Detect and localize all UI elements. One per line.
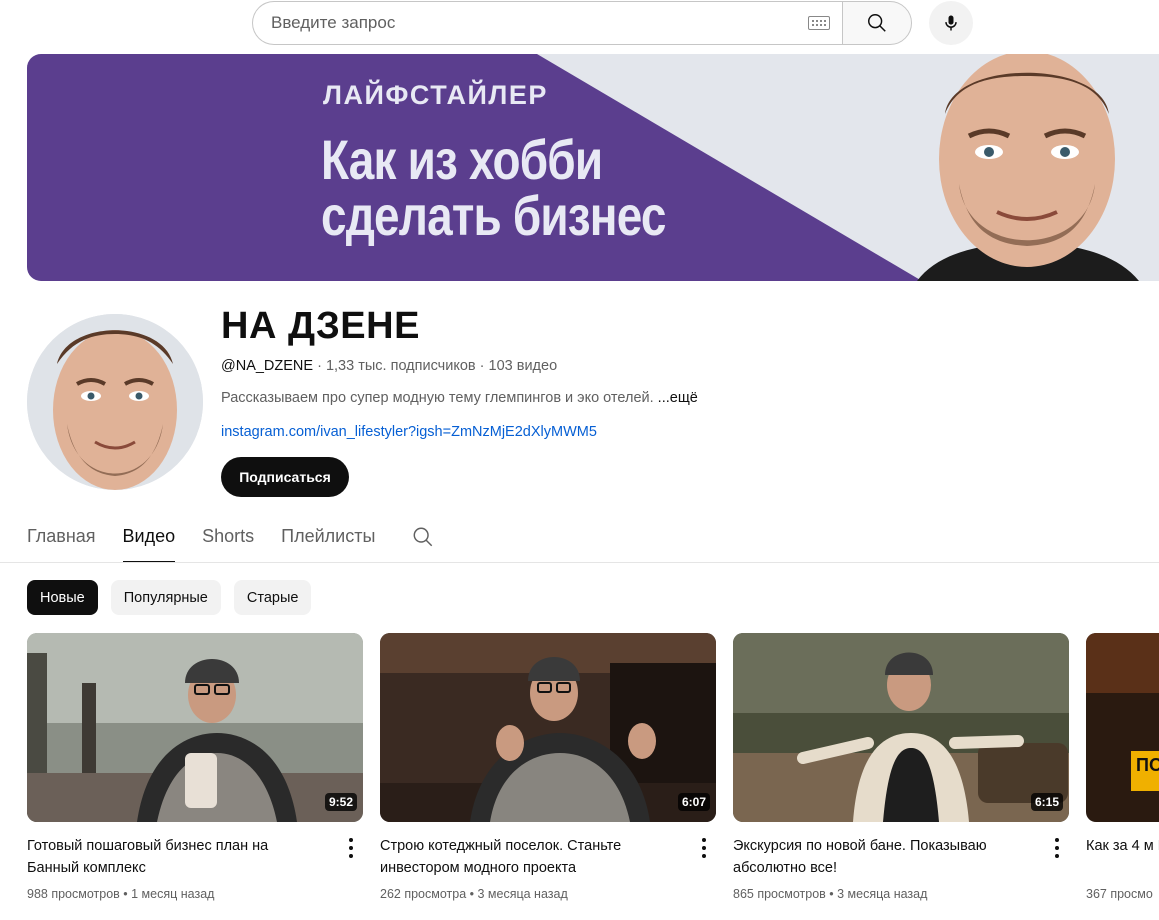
tab-playlists[interactable]: Плейлисты bbox=[281, 518, 375, 563]
video-age: 3 месяца назад bbox=[837, 887, 928, 901]
banner-portrait bbox=[917, 54, 1139, 281]
channel-name: НА ДЗЕНЕ bbox=[221, 305, 420, 347]
avatar-image bbox=[27, 314, 203, 490]
video-meta: 367 просмо bbox=[1086, 887, 1153, 901]
video-thumbnail[interactable]: 9:52 bbox=[27, 633, 363, 822]
channel-avatar[interactable] bbox=[27, 314, 203, 490]
video-meta: 865 просмотров • 3 месяца назад bbox=[733, 887, 928, 901]
channel-handle: @NA_DZENE bbox=[221, 358, 314, 374]
meta-separator: · bbox=[313, 358, 326, 374]
tab-home[interactable]: Главная bbox=[27, 518, 96, 563]
channel-meta: @NA_DZENE · 1,33 тыс. подписчиков · 103 … bbox=[221, 358, 557, 374]
channel-banner: ЛАЙФСТАЙЛЕР Как из хобби сделать бизнес bbox=[27, 54, 1159, 281]
subscriber-count: 1,33 тыс. подписчиков bbox=[325, 358, 476, 374]
video-age: 1 месяц назад bbox=[131, 887, 215, 901]
thumbnail-image bbox=[733, 633, 1069, 822]
tabs-divider bbox=[0, 562, 1159, 563]
meta-separator: · bbox=[475, 358, 489, 374]
video-meta: 988 просмотров • 1 месяц назад bbox=[27, 887, 215, 901]
search-bar bbox=[252, 1, 912, 45]
banner-kicker: ЛАЙФСТАЙЛЕР bbox=[323, 80, 548, 110]
video-title[interactable]: Готовый пошаговый бизнес план на Банный … bbox=[27, 835, 323, 879]
video-views: 988 просмотров bbox=[27, 887, 120, 901]
video-thumbnail[interactable]: ПО bbox=[1086, 633, 1159, 822]
more-vert-icon[interactable] bbox=[347, 838, 355, 858]
thumbnail-image: ПО bbox=[1086, 633, 1159, 822]
banner-title-line2: сделать бизнес bbox=[321, 184, 666, 247]
thumbnail-image bbox=[27, 633, 363, 822]
video-card[interactable]: 9:52 Готовый пошаговый бизнес план на Ба… bbox=[27, 633, 363, 901]
voice-search-button[interactable] bbox=[929, 1, 973, 45]
more-vert-icon[interactable] bbox=[1053, 838, 1061, 858]
video-views: 262 просмотра bbox=[380, 887, 467, 901]
search-button[interactable] bbox=[842, 1, 912, 45]
mic-icon bbox=[945, 15, 957, 31]
thumbnail-image bbox=[380, 633, 716, 822]
thumbnail-overlay-text: ПО bbox=[1136, 755, 1159, 775]
keyboard-icon[interactable] bbox=[808, 16, 830, 30]
video-duration: 6:15 bbox=[1030, 793, 1063, 811]
video-title[interactable]: Как за 4 м России. bbox=[1086, 835, 1159, 857]
channel-external-link[interactable]: instagram.com/ivan_lifestyler?igsh=ZmNzM… bbox=[221, 424, 597, 440]
banner-title: Как из хобби сделать бизнес bbox=[321, 132, 666, 244]
tab-videos[interactable]: Видео bbox=[122, 518, 175, 563]
video-title[interactable]: Строю котеджный поселок. Станьте инвесто… bbox=[380, 835, 676, 879]
banner-title-line1: Как из хобби bbox=[321, 128, 603, 191]
more-vert-icon[interactable] bbox=[700, 838, 708, 858]
video-duration: 9:52 bbox=[324, 793, 357, 811]
sort-chips: Новые Популярные Старые bbox=[27, 580, 312, 615]
subscribe-button[interactable]: Подписаться bbox=[221, 457, 349, 497]
search-box bbox=[252, 1, 842, 45]
video-card[interactable]: 6:07 Строю котеджный поселок. Станьте ин… bbox=[380, 633, 716, 901]
channel-tabs: Главная Видео Shorts Плейлисты bbox=[27, 518, 402, 563]
chip-oldest[interactable]: Старые bbox=[233, 580, 312, 615]
video-card[interactable]: ПО Как за 4 м России. 367 просмо bbox=[1086, 633, 1159, 920]
chip-popular[interactable]: Популярные bbox=[110, 580, 221, 615]
video-card[interactable]: 6:15 Экскурсия по новой бане. Показываю … bbox=[733, 633, 1069, 901]
video-views: 865 просмотров bbox=[733, 887, 826, 901]
description-text: Рассказываем про супер модную тему глемп… bbox=[221, 390, 654, 406]
tab-search-icon[interactable] bbox=[412, 526, 434, 548]
chip-newest[interactable]: Новые bbox=[27, 580, 98, 615]
video-meta: 262 просмотра • 3 месяца назад bbox=[380, 887, 568, 901]
video-thumbnail[interactable]: 6:07 bbox=[380, 633, 716, 822]
tab-shorts[interactable]: Shorts bbox=[202, 518, 254, 563]
search-input[interactable] bbox=[271, 13, 808, 33]
search-icon bbox=[868, 14, 886, 32]
video-views: 367 просмо bbox=[1086, 887, 1153, 901]
description-more-link[interactable]: ...ещё bbox=[658, 390, 698, 406]
channel-description[interactable]: Рассказываем про супер модную тему глемп… bbox=[221, 390, 698, 406]
video-thumbnail[interactable]: 6:15 bbox=[733, 633, 1069, 822]
video-title[interactable]: Экскурсия по новой бане. Показываю абсол… bbox=[733, 835, 1029, 879]
video-count: 103 видео bbox=[488, 358, 558, 374]
video-duration: 6:07 bbox=[677, 793, 710, 811]
video-age: 3 месяца назад bbox=[477, 887, 568, 901]
